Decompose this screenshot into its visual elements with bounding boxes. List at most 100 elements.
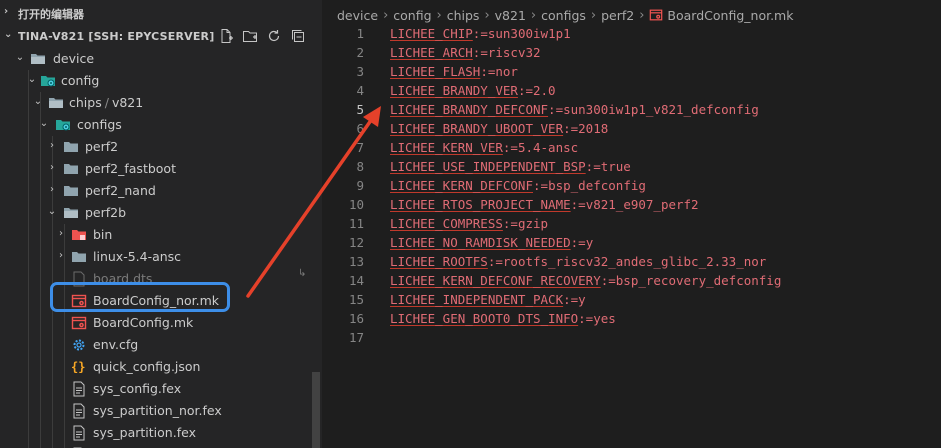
code-text: LICHEE_CHIP:=sun300iw1p1 <box>390 26 571 41</box>
chevron-right-icon: › <box>530 7 537 23</box>
assign-operator: := <box>533 178 549 193</box>
tree-label: config <box>61 73 100 88</box>
code-line[interactable]: 15 LICHEE_INDEPENDENT_PACK:=y <box>322 291 941 310</box>
breadcrumb-item[interactable]: config <box>393 8 431 23</box>
open-editors-section[interactable]: › 打开的编辑器 <box>0 0 322 26</box>
tree-folder-bin[interactable]: › bin <box>0 224 322 246</box>
line-number: 8 <box>356 159 364 174</box>
chevron-right-icon[interactable]: › <box>46 183 58 197</box>
code-text: LICHEE_GEN_BOOT0_DTS_INFO:=yes <box>390 311 616 326</box>
variable-value: nor <box>495 64 518 79</box>
code-line[interactable]: 4 LICHEE_BRANDY_VER:=2.0 <box>322 82 941 101</box>
tree-file-partial[interactable] <box>0 444 322 448</box>
code-line[interactable]: 16 LICHEE_GEN_BOOT0_DTS_INFO:=yes <box>322 310 941 329</box>
variable-name: LICHEE_KERN_DEFCONF <box>390 178 533 193</box>
tree-label: sys_config.fex <box>93 381 182 396</box>
code-line[interactable]: 7 LICHEE_KERN_VER:=5.4-ansc <box>322 139 941 158</box>
chevron-down-icon[interactable]: ⌄ <box>14 51 26 65</box>
new-folder-icon[interactable] <box>242 28 258 44</box>
variable-name: LICHEE_GEN_BOOT0_DTS_INFO <box>390 311 579 326</box>
chevron-right-icon[interactable]: › <box>46 139 58 153</box>
tree-folder-perf2-nand[interactable]: › perf2_nand <box>0 180 322 202</box>
line-number: 6 <box>356 121 364 136</box>
variable-value: 5.4-ansc <box>517 140 579 155</box>
chevron-down-icon[interactable]: ⌄ <box>26 73 38 87</box>
tree-label: BoardConfig.mk <box>93 315 194 330</box>
line-number: 16 <box>348 311 364 326</box>
variable-value: 2.0 <box>533 83 556 98</box>
code-line[interactable]: 9 LICHEE_KERN_DEFCONF:=bsp_defconfig <box>322 177 941 196</box>
code-text: LICHEE_INDEPENDENT_PACK:=y <box>390 292 586 307</box>
tree-folder-configs[interactable]: ⌄ configs <box>0 114 322 136</box>
assign-operator: := <box>502 216 518 231</box>
variable-value: bsp_recovery_defconfig <box>615 273 782 288</box>
line-number: 15 <box>348 292 364 307</box>
chevron-right-icon: › <box>436 7 442 23</box>
chevron-down-icon[interactable]: ⌄ <box>38 117 50 131</box>
breadcrumb-file[interactable]: BoardConfig_nor.mk <box>667 8 793 23</box>
code-text: LICHEE_BRANDY_UBOOT_VER:=2018 <box>390 121 608 136</box>
tree-folder-linux[interactable]: › linux-5.4-ansc <box>0 246 322 268</box>
variable-name: LICHEE_NO_RAMDISK_NEEDED <box>390 235 571 250</box>
collapse-all-icon[interactable] <box>290 28 306 44</box>
chevron-right-icon[interactable]: › <box>55 249 67 263</box>
new-file-icon[interactable] <box>218 28 234 44</box>
file-icon <box>71 403 87 419</box>
breadcrumb-item[interactable]: perf2 <box>601 8 634 23</box>
assign-operator: := <box>472 26 488 41</box>
chevron-down-icon[interactable]: ⌄ <box>4 29 12 40</box>
variable-value: 2018 <box>578 121 609 136</box>
line-number: 7 <box>356 140 364 155</box>
tree-folder-chips-v821[interactable]: ⌄ chips / v821 <box>0 92 322 114</box>
explorer-scrollbar[interactable] <box>312 372 320 448</box>
assign-operator: := <box>517 83 533 98</box>
code-line[interactable]: 3 LICHEE_FLASH:=nor <box>322 63 941 82</box>
workspace-header[interactable]: ⌄ TINA-V821 [SSH: EPYCSERVER] <box>0 26 322 48</box>
tree-folder-device[interactable]: ⌄ device <box>0 48 322 70</box>
tree-file-sys-config[interactable]: sys_config.fex <box>0 378 322 400</box>
tree-folder-perf2[interactable]: › perf2 <box>0 136 322 158</box>
tree-folder-perf2-fastboot[interactable]: › perf2_fastboot <box>0 158 322 180</box>
refresh-icon[interactable] <box>266 28 282 44</box>
tree-folder-config[interactable]: ⌄ config <box>0 70 322 92</box>
code-line[interactable]: 13 LICHEE_ROOTFS:=rootfs_riscv32_andes_gl… <box>322 253 941 272</box>
breadcrumb-item[interactable]: chips <box>447 8 480 23</box>
chevron-down-icon[interactable]: ⌄ <box>46 205 58 219</box>
code-line[interactable]: 6 LICHEE_BRANDY_UBOOT_VER:=2018 <box>322 120 941 139</box>
tree-file-sys-partition-nor[interactable]: sys_partition_nor.fex <box>0 400 322 422</box>
tree-file-env-cfg[interactable]: env.cfg <box>0 334 322 356</box>
code-line[interactable]: 14 LICHEE_KERN_DEFCONF_RECOVERY:=bsp_reco… <box>322 272 941 291</box>
file-icon <box>71 381 87 397</box>
breadcrumb-item[interactable]: device <box>337 8 378 23</box>
code-line[interactable]: 17 <box>322 329 941 348</box>
breadcrumb-item[interactable]: v821 <box>495 8 526 23</box>
code-line[interactable]: 12 LICHEE_NO_RAMDISK_NEEDED:=y <box>322 234 941 253</box>
folder-bin-icon <box>71 227 87 243</box>
code-line[interactable]: 11 LICHEE_COMPRESS:=gzip <box>322 215 941 234</box>
tree-label: device <box>53 51 95 66</box>
tree-file-quick-config[interactable]: {} quick_config.json <box>0 356 322 378</box>
assign-operator: := <box>480 64 496 79</box>
chevron-right-icon[interactable]: › <box>46 161 58 175</box>
code-line[interactable]: 10 LICHEE_RTOS_PROJECT_NAME:=v821_e907_pe… <box>322 196 941 215</box>
assign-operator: := <box>563 292 579 307</box>
tree-folder-perf2b[interactable]: ⌄ perf2b <box>0 202 322 224</box>
code-line[interactable]: 1 LICHEE_CHIP:=sun300iw1p1 <box>322 25 941 44</box>
tree-file-sys-partition[interactable]: sys_partition.fex <box>0 422 322 444</box>
breadcrumb-item[interactable]: configs <box>541 8 586 23</box>
assign-operator: := <box>570 197 586 212</box>
code-line[interactable]: 2 LICHEE_ARCH:=riscv32 <box>322 44 941 63</box>
line-number: 12 <box>348 235 364 250</box>
code-line[interactable]: 5 LICHEE_BRANDY_DEFCONF:=sun300iw1p1_v821… <box>322 101 941 120</box>
chevron-down-icon[interactable]: ⌄ <box>32 95 44 109</box>
tree-label: chips <box>69 95 102 110</box>
explorer-panel: › 打开的编辑器 ⌄ TINA-V821 [SSH: EPYCSERVER] ⌄… <box>0 0 322 448</box>
chevron-right-icon[interactable]: › <box>4 6 8 17</box>
chevron-right-icon[interactable]: › <box>55 227 67 241</box>
folder-config-icon <box>55 117 71 133</box>
folder-icon <box>63 183 79 199</box>
chevron-right-icon: › <box>484 7 490 23</box>
tree-file-boardconfig[interactable]: BoardConfig.mk <box>0 312 322 334</box>
code-line[interactable]: 8 LICHEE_USE_INDEPENDENT_BSP:=true <box>322 158 941 177</box>
chevron-right-icon: › <box>383 7 389 23</box>
